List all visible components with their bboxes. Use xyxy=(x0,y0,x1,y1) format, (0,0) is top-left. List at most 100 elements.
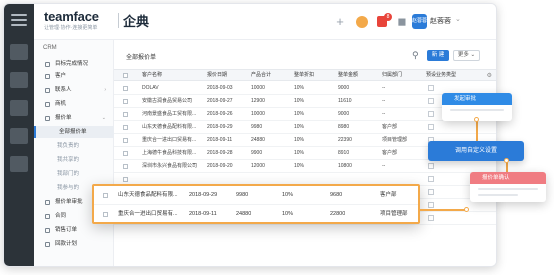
row-checkbox[interactable] xyxy=(123,177,128,182)
more-button[interactable]: 更多 ⌄ xyxy=(453,50,480,61)
chevron-down-icon: ⌄ xyxy=(101,115,106,121)
bell-icon[interactable]: ◼ xyxy=(396,16,408,28)
cell-discount: 10% xyxy=(294,163,305,169)
new-button[interactable]: 新 建 xyxy=(427,50,449,61)
sidebar-item-customers[interactable]: 客户 xyxy=(34,70,114,82)
cell-total: 24880 xyxy=(251,137,265,143)
brand-tagline: 让管理·协作·连接更简单 xyxy=(44,25,98,31)
business-type-checkbox[interactable] xyxy=(428,111,434,117)
table-row[interactable]: 山东天德食品配料有限... 2018-09-29 9980 10% 9680 客… xyxy=(94,186,418,205)
table-row[interactable]: 安徽古润食品贸易公司 2018-09-27 12900 10% 11610 -- xyxy=(114,95,496,108)
contact-icon xyxy=(45,87,50,93)
app-icon[interactable] xyxy=(10,72,28,88)
left-rail xyxy=(4,4,34,266)
table-row[interactable]: 山东天德食品配料有限... 2018-09-29 9980 10% 8980 客户部 xyxy=(114,121,496,134)
sidebar-item-contacts[interactable]: 联系人 › xyxy=(34,84,114,96)
cell-date: 2018-09-27 xyxy=(207,98,233,104)
cell-discount: 10% xyxy=(282,192,294,198)
column-header[interactable]: 产品合计 xyxy=(251,70,271,81)
row-checkbox[interactable] xyxy=(123,125,128,130)
app-icon[interactable] xyxy=(10,44,28,60)
sidebar-sub-all-quotes[interactable]: 全部报价单 xyxy=(34,126,114,138)
column-header[interactable]: 整单金额 xyxy=(338,70,358,81)
row-checkbox[interactable] xyxy=(123,164,128,169)
flow-joint-dot xyxy=(474,117,479,122)
search-icon[interactable]: ⚲ xyxy=(412,50,419,61)
cell-department: -- xyxy=(382,85,386,91)
brand-logo: teamface 让管理·协作·连接更简单 xyxy=(44,9,99,31)
placeholder-line xyxy=(478,188,538,190)
sidebar-sub-department[interactable]: 我部门的 xyxy=(34,168,114,180)
sidebar-item-goals[interactable]: 目标完成情况 xyxy=(34,58,114,70)
flow-joint-dot xyxy=(464,207,469,212)
gear-icon[interactable]: ⚙ xyxy=(487,72,492,79)
column-header[interactable]: 预设业务类型 xyxy=(426,70,456,81)
placeholder-line xyxy=(478,194,518,196)
cell-amount: 22800 xyxy=(330,211,346,217)
menu-icon[interactable] xyxy=(11,14,27,26)
chevron-right-icon: › xyxy=(104,87,106,93)
cell-amount: 9000 xyxy=(338,111,350,117)
cell-department: -- xyxy=(382,163,386,169)
business-type-checkbox[interactable] xyxy=(428,176,434,182)
sidebar-sub-mine[interactable]: 我负责的 xyxy=(34,140,114,152)
table-row[interactable]: 重庆合一进出口贸易有... 2018-09-11 24880 10% 22800… xyxy=(94,205,418,224)
business-type-checkbox[interactable] xyxy=(428,215,434,221)
chevron-down-icon[interactable]: ⌄ xyxy=(455,15,461,23)
row-checkbox[interactable] xyxy=(103,193,108,198)
avatar[interactable]: 赵蓉蓉 xyxy=(412,14,427,29)
add-icon[interactable]: + xyxy=(334,15,346,28)
row-checkbox[interactable] xyxy=(123,151,128,156)
column-header[interactable]: 报价日期 xyxy=(207,70,227,81)
user-name[interactable]: 赵蓉蓉 xyxy=(430,16,451,26)
row-checkbox[interactable] xyxy=(123,99,128,104)
sidebar-item-payment-plan[interactable]: 回款计划 xyxy=(34,238,114,250)
sidebar-item-orders[interactable]: 销售订单 xyxy=(34,224,114,236)
sidebar-item-quotes[interactable]: 报价单 ⌄ xyxy=(34,112,114,124)
table-row[interactable]: 河南景盛食品工贸有限... 2018-09-26 10000 10% 9000 -- xyxy=(114,108,496,121)
business-type-checkbox[interactable] xyxy=(428,85,434,91)
order-icon xyxy=(45,227,50,233)
cell-department: 项目管理部 xyxy=(382,137,408,143)
column-header[interactable]: 归属部门 xyxy=(382,70,402,81)
cell-discount: 10% xyxy=(294,137,305,143)
column-header[interactable]: 整单折扣 xyxy=(294,70,314,81)
cell-total: 9980 xyxy=(236,192,249,198)
row-checkbox[interactable] xyxy=(123,112,128,117)
row-checkbox[interactable] xyxy=(123,86,128,91)
sidebar-item-opportunities[interactable]: 商机 xyxy=(34,98,114,110)
cell-customer: 深圳市永兴食品有限公司 xyxy=(142,163,198,169)
app-icon[interactable] xyxy=(10,100,28,116)
app-icon[interactable] xyxy=(10,128,28,144)
row-checkbox[interactable] xyxy=(103,212,108,217)
placeholder-line xyxy=(450,109,504,111)
business-type-checkbox[interactable] xyxy=(428,202,434,208)
contract-icon xyxy=(45,213,50,219)
app-icon[interactable] xyxy=(10,156,28,172)
column-header[interactable]: 客户名称 xyxy=(142,70,162,81)
brand-name: teamface xyxy=(44,9,99,24)
select-all-checkbox[interactable] xyxy=(123,73,128,78)
cell-amount: 9680 xyxy=(330,192,343,198)
table-row[interactable]: 深圳市永兴食品有限公司 2018-09-20 12000 10% 10800 -- xyxy=(114,160,496,173)
flow-connector xyxy=(420,209,468,211)
cell-discount: 10% xyxy=(294,98,305,104)
cell-department: -- xyxy=(382,111,386,117)
business-type-checkbox[interactable] xyxy=(428,163,434,169)
cell-amount: 9000 xyxy=(338,85,350,91)
business-type-checkbox[interactable] xyxy=(428,124,434,130)
cell-department: 客户部 xyxy=(380,192,397,198)
cell-amount: 8980 xyxy=(338,124,350,130)
cell-discount: 10% xyxy=(294,124,305,130)
approval-icon xyxy=(45,199,50,205)
business-type-checkbox[interactable] xyxy=(428,189,434,195)
target-icon xyxy=(45,61,50,67)
tag-icon[interactable] xyxy=(356,16,368,28)
cell-date: 2018-09-26 xyxy=(207,111,233,117)
page-title: 全部报价单 xyxy=(126,55,157,61)
business-type-checkbox[interactable] xyxy=(428,98,434,104)
row-checkbox[interactable] xyxy=(123,138,128,143)
sidebar-sub-shared[interactable]: 我共享的 xyxy=(34,154,114,166)
cell-date: 2018-09-20 xyxy=(207,163,233,169)
table-row[interactable]: DOLAV 2018-09-03 10000 10% 9000 -- xyxy=(114,82,496,95)
